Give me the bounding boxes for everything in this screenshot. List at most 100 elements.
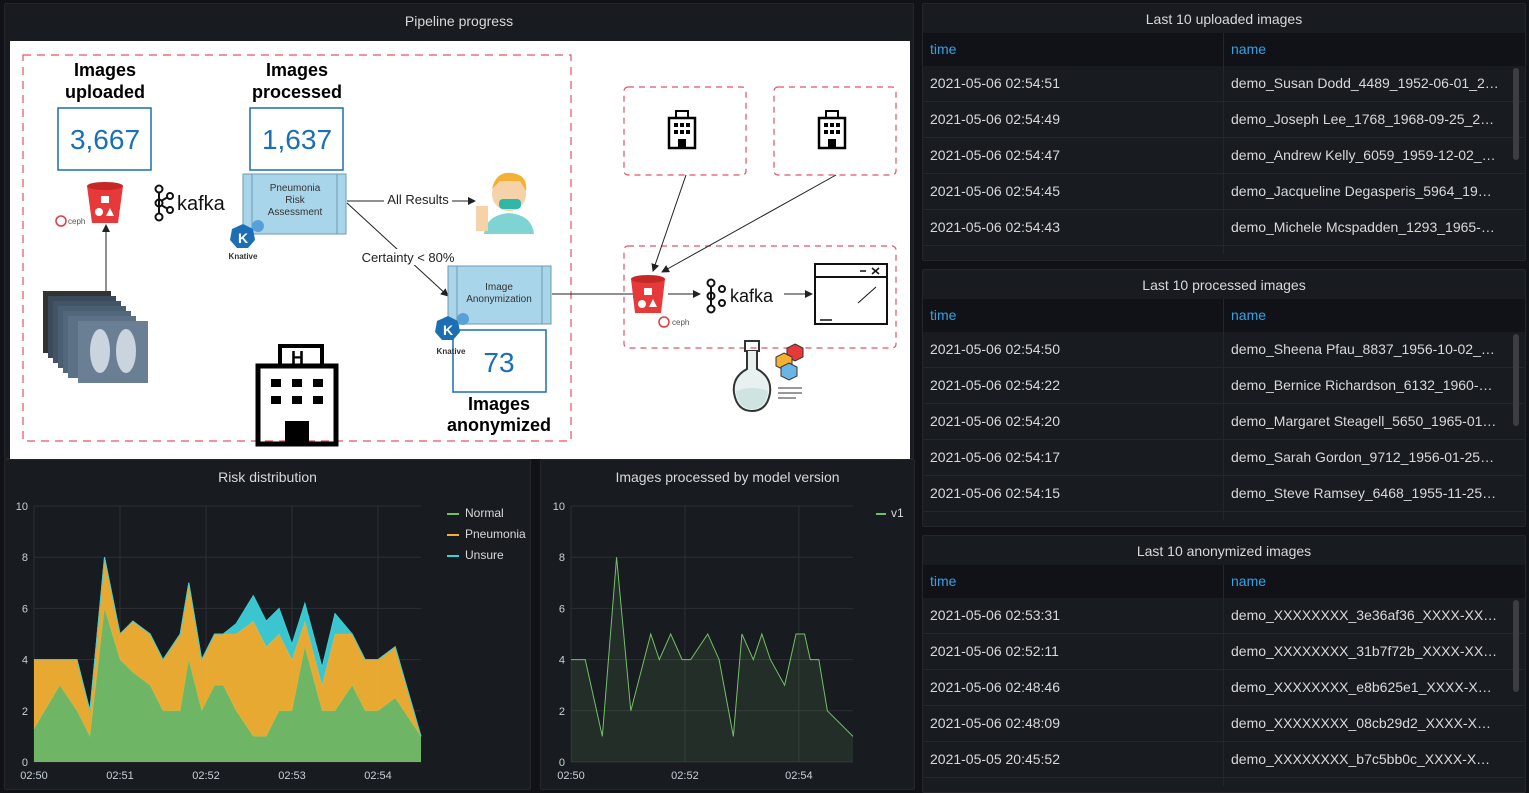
pneumonia-box-line3: Assessment — [268, 207, 323, 218]
cell-name: demo_Sarah Gordon_9712_1956-01-25_2… — [1231, 449, 1499, 465]
table-row[interactable]: 2021-05-06 02:54:43 demo_Michele Mcspadde… — [923, 210, 1525, 246]
table-row[interactable]: 2021-05-05 20:45:52 demo_XXXXXXXX_b7c5bb0… — [923, 742, 1525, 778]
legend-label: Pneumonia — [465, 527, 526, 541]
legend-label: Normal — [465, 506, 504, 520]
legend-swatch — [447, 513, 459, 515]
pipeline-progress-panel: Pipeline progress Images uploaded 3,667 … — [4, 3, 914, 459]
column-header-time[interactable]: time — [930, 565, 956, 598]
pipeline-diagram: Images uploaded 3,667 Images processed 1… — [10, 41, 910, 459]
ceph-label: ceph — [672, 318, 689, 327]
panel-title[interactable]: Last 10 anonymized images — [923, 536, 1525, 566]
hospital-region-2 — [773, 86, 897, 176]
hospital-icon — [667, 110, 697, 150]
y-tick-label: 6 — [559, 603, 565, 615]
pneumonia-box-line1: Pneumonia — [270, 183, 321, 194]
processed-label-line1: Images — [266, 60, 328, 80]
app-window-icon — [814, 263, 888, 325]
table-row[interactable]: 2021-05-06 02:54:51 demo_Susan Dodd_4489_… — [923, 66, 1525, 102]
panel-title[interactable]: Last 10 processed images — [923, 270, 1525, 300]
legend-item-v1[interactable]: v1 — [876, 503, 904, 524]
cell-time: 2021-05-05 20:45:52 — [930, 751, 1060, 767]
table-row[interactable]: 2021-05-06 02:54:17 demo_Sarah Gordon_971… — [923, 440, 1525, 476]
panel-title[interactable]: Last 10 uploaded images — [923, 4, 1525, 34]
table-body: 2021-05-06 02:54:51 demo_Susan Dodd_4489_… — [923, 66, 1525, 246]
hospital-building-icon: H — [255, 344, 339, 447]
column-header-time[interactable]: time — [930, 299, 956, 332]
legend-swatch — [447, 534, 459, 536]
cell-time: 2021-05-06 02:52:11 — [930, 643, 1059, 659]
column-header-name[interactable]: name — [1231, 565, 1266, 598]
scrollbar[interactable] — [1513, 600, 1519, 692]
scrollbar[interactable] — [1513, 334, 1519, 426]
legend-item-pneumonia[interactable]: Pneumonia — [447, 524, 526, 545]
pneumonia-box-line2: Risk — [285, 195, 305, 206]
svg-text:K: K — [443, 322, 453, 338]
table-row[interactable]: 2021-05-06 02:54:49 demo_Joseph Lee_1768_… — [923, 102, 1525, 138]
processed-images-panel: Last 10 processed images time name 2021-… — [922, 269, 1526, 527]
cell-time: 2021-05-06 02:54:50 — [930, 341, 1060, 357]
pipeline-diagram-svg: Images uploaded 3,667 Images processed 1… — [22, 54, 897, 447]
table-row[interactable]: 2021-05-06 02:52:11 demo_XXXXXXXX_31b7f72… — [923, 634, 1525, 670]
model-legend: v1 — [876, 503, 904, 524]
kafka-logo-icon: kafka — [154, 184, 226, 222]
column-header-time[interactable]: time — [930, 33, 956, 66]
y-tick-label: 10 — [16, 501, 28, 513]
legend-item-normal[interactable]: Normal — [447, 503, 526, 524]
column-header-name[interactable]: name — [1231, 33, 1266, 66]
x-tick-label: 02:53 — [278, 770, 306, 782]
table-row[interactable]: 2021-05-06 02:54:15 demo_Steve Ramsey_646… — [923, 476, 1525, 512]
cell-name: demo_XXXXXXXX_3e36af36_XXXX-XX-X… — [1231, 607, 1499, 623]
model-version-panel: Images processed by model version 024681… — [540, 459, 915, 790]
table-row[interactable]: 2021-05-06 02:48:46 demo_XXXXXXXX_e8b625e… — [923, 670, 1525, 706]
cell-name: demo_Andrew Kelly_6059_1959-12-02_2… — [1231, 147, 1499, 163]
y-tick-label: 8 — [22, 552, 28, 564]
cell-time: 2021-05-06 02:54:22 — [930, 377, 1060, 393]
legend-swatch — [447, 555, 459, 557]
x-tick-label: 02:51 — [106, 770, 134, 782]
legend-item-unsure[interactable]: Unsure — [447, 545, 526, 566]
cell-time: 2021-05-06 02:53:31 — [930, 607, 1060, 623]
scrollbar[interactable] — [1513, 68, 1519, 160]
y-tick-label: 4 — [22, 655, 28, 667]
anonymization-box-line2: Anonymization — [466, 294, 532, 305]
y-tick-label: 10 — [553, 501, 565, 513]
ceph-logo-icon: ceph — [55, 215, 85, 227]
table-row[interactable]: 2021-05-06 02:54:50 demo_Sheena Pfau_8837… — [923, 332, 1525, 368]
cell-time: 2021-05-06 02:48:09 — [930, 715, 1060, 731]
x-tick-label: 02:50 — [557, 770, 585, 782]
panel-title[interactable]: Pipeline progress — [5, 4, 913, 38]
table-row[interactable]: 2021-05-06 02:53:31 demo_XXXXXXXX_3e36af3… — [923, 598, 1525, 634]
risk-distribution-panel: Risk distribution 0 2 4 6 8 10 02:50 02:51 02:52… — [4, 459, 531, 790]
cell-name: demo_XXXXXXXX_31b7f72b_XXXX-XX-X… — [1231, 643, 1499, 659]
legend-swatch — [876, 513, 886, 515]
cell-time: 2021-05-06 02:54:20 — [930, 413, 1060, 429]
table-row[interactable]: 2021-05-06 02:54:47 demo_Andrew Kelly_605… — [923, 138, 1525, 174]
hospital-icon — [817, 110, 847, 150]
model-version-chart[interactable]: 0 2 4 6 8 10 02:50 02:52 02:54 — [541, 460, 916, 791]
table-row[interactable]: 2021-05-06 02:54:45 demo_Jacqueline Degas… — [923, 174, 1525, 210]
cell-time: 2021-05-06 02:54:45 — [930, 183, 1060, 199]
knative-icon: K Knative — [229, 220, 264, 261]
cell-time: 2021-05-06 02:54:49 — [930, 111, 1060, 127]
processed-counter: 1,637 — [262, 124, 332, 155]
uploaded-counter: 3,667 — [70, 124, 140, 155]
table-row[interactable]: 2021-05-06 02:54:20 demo_Margaret Steagel… — [923, 404, 1525, 440]
y-tick-label: 0 — [559, 757, 565, 769]
cell-time: 2021-05-06 02:54:43 — [930, 219, 1060, 235]
anonymized-images-panel: Last 10 anonymized images time name 2021… — [922, 535, 1526, 793]
svg-text:K: K — [238, 230, 248, 246]
kafka-logo-icon: kafka — [706, 278, 774, 314]
uploaded-label-line1: Images — [74, 60, 136, 80]
column-header-name[interactable]: name — [1231, 299, 1266, 332]
knative-label: Knative — [437, 347, 466, 356]
table-row[interactable]: 2021-05-06 02:48:09 demo_XXXXXXXX_08cb29d… — [923, 706, 1525, 742]
cell-name: demo_XXXXXXXX_e8b625e1_XXXX-XX-X… — [1231, 679, 1499, 695]
uploaded-images-panel: Last 10 uploaded images time name 2021-0… — [922, 3, 1526, 261]
table-header: time name — [923, 299, 1525, 332]
ceph-bucket-icon — [87, 182, 123, 223]
x-tick-label: 02:54 — [364, 770, 392, 782]
kafka-label: kafka — [177, 193, 226, 215]
table-row[interactable]: 2021-05-06 02:54:22 demo_Bernice Richards… — [923, 368, 1525, 404]
cell-name: demo_Steve Ramsey_6468_1955-11-25_2… — [1231, 485, 1499, 501]
table-header: time name — [923, 33, 1525, 66]
